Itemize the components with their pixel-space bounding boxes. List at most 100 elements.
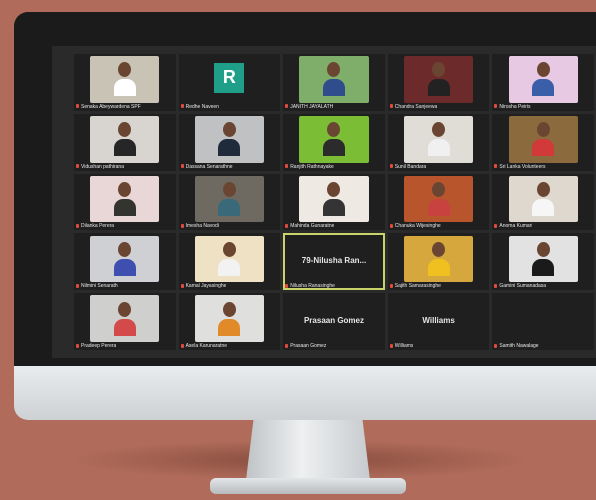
monitor-chin [14, 366, 596, 420]
mic-muted-icon [389, 164, 393, 169]
participant-tile[interactable]: Pradeep Perera [74, 293, 176, 350]
participant-tile[interactable]: Sunil Bandara [387, 113, 490, 171]
participant-name: Dilanka Perera [81, 223, 115, 230]
participant-video [404, 56, 474, 103]
participant-video [90, 295, 160, 343]
participant-silhouette [218, 241, 241, 276]
participant-name-label: Dilanka Perera [76, 223, 114, 229]
participant-name: Dassana Senarathne [185, 163, 233, 170]
participant-name-label: Samith Nawalage [494, 343, 539, 349]
participant-tile[interactable]: 79-Nilusha Ran... Nilusha Ranasinghe [283, 233, 385, 291]
participant-name: Vidushan pathirana [81, 163, 124, 170]
participant-display-name: Prasaan Gomez [303, 315, 364, 325]
participant-tile[interactable]: Asela Karunaratne [178, 293, 281, 350]
participant-video [508, 175, 578, 223]
mic-muted-icon [76, 224, 79, 229]
participant-video [194, 175, 264, 223]
participant-silhouette [113, 181, 136, 216]
participant-name: Nirosha Peiris [499, 103, 531, 110]
participant-silhouette [218, 122, 241, 157]
participant-name: Nilusha Ranasinghe [290, 283, 335, 290]
participant-name: Chanuka Wijesinghe [394, 223, 441, 230]
participant-tile[interactable]: Vidushan pathirana [74, 113, 176, 171]
participant-video [299, 116, 369, 163]
participant-tile[interactable]: Chandra Sanjeewa [387, 54, 490, 111]
participant-name-label: Chandra Sanjeewa [389, 103, 438, 110]
mic-muted-icon [389, 224, 393, 229]
participant-tile[interactable]: R Redhe Naveen [178, 54, 281, 111]
monitor-stand-neck [246, 420, 370, 480]
participant-name-label: Redhe Naveen [180, 104, 219, 110]
mic-muted-icon [76, 164, 79, 169]
participant-name-label: JANITH JAYALATH [285, 104, 333, 110]
participant-name: Ranjith Rathnayake [290, 163, 334, 170]
participant-silhouette [322, 122, 345, 157]
participant-name-label: Mahinda Gunaratne [285, 223, 334, 229]
participant-video [299, 56, 369, 103]
participant-tile[interactable]: Sajith Samarasinghe [387, 233, 490, 291]
mic-muted-icon [494, 283, 498, 288]
participant-silhouette [113, 301, 136, 336]
participant-tile[interactable]: Senaka Abeywardena SPF [74, 54, 176, 111]
participant-video [90, 175, 160, 223]
participant-name: JANITH JAYALATH [290, 103, 334, 110]
mic-muted-icon [180, 283, 184, 288]
participant-tile[interactable]: Mahinda Gunaratne [283, 173, 385, 231]
participant-tile[interactable]: Chanuka Wijesinghe [387, 173, 490, 231]
participant-tile[interactable]: Prasaan Gomez Prasaan Gomez [283, 293, 385, 350]
participant-silhouette [427, 181, 450, 216]
mic-muted-icon [494, 224, 498, 229]
participant-video [194, 295, 264, 343]
mic-muted-icon [285, 343, 289, 348]
participant-tile[interactable]: Gamini Sumanadasa [492, 233, 594, 291]
participant-name-label: Asela Karunaratne [180, 342, 228, 349]
participant-tile[interactable]: Nilmini Senarath [74, 233, 176, 291]
mic-muted-icon [180, 104, 184, 109]
mic-muted-icon [285, 283, 289, 288]
participant-name: Asela Karunaratne [185, 342, 228, 349]
participant-tile[interactable]: Kamal Jayasinghe [178, 233, 281, 291]
participant-video [90, 116, 160, 163]
participant-tile[interactable]: Imesha Navodi [178, 173, 281, 231]
mic-muted-icon [76, 104, 79, 109]
participant-name-label: Sri Lanka Volunteers [494, 163, 546, 170]
participant-name-label: Prasaan Gomez [285, 343, 326, 349]
participant-tile[interactable]: Ranjith Rathnayake [283, 113, 385, 171]
participant-tile[interactable]: Sri Lanka Volunteers [492, 113, 594, 171]
mic-muted-icon [285, 224, 289, 229]
participant-tile[interactable]: Anoma Kumari [492, 173, 594, 231]
participant-name: Prasaan Gomez [290, 342, 327, 349]
participant-name: Gamini Sumanadasa [499, 283, 547, 290]
participant-video [404, 116, 474, 163]
participant-tile[interactable]: JANITH JAYALATH [283, 54, 385, 111]
mic-muted-icon [76, 283, 79, 288]
participant-name-label: Williams [389, 342, 414, 349]
participant-name: Sri Lanka Volunteers [499, 163, 546, 170]
participant-name-label: Nilmini Senarath [76, 283, 118, 289]
mic-muted-icon [494, 343, 498, 348]
participant-name: Williams [394, 342, 414, 349]
participant-name: Chandra Sanjeewa [394, 103, 438, 110]
participant-name-label: Nilusha Ranasinghe [285, 283, 335, 289]
participant-tile[interactable]: Nirosha Peiris [492, 54, 594, 111]
participant-tile[interactable]: Samith Nawalage [492, 293, 594, 350]
participant-name: Nilmini Senarath [81, 283, 118, 290]
participant-silhouette [322, 62, 345, 97]
mic-muted-icon [180, 164, 184, 169]
participant-tile[interactable]: Dilanka Perera [74, 173, 176, 231]
participant-tile[interactable]: Williams Williams [387, 293, 490, 350]
participant-silhouette [427, 122, 450, 157]
mic-muted-icon [494, 164, 498, 169]
participant-name-label: Anoma Kumari [494, 223, 532, 229]
participant-tile[interactable]: Dassana Senarathne [178, 113, 281, 171]
zoom-screen: Senaka Abeywardena SPF R Redhe Naveen JANIT… [52, 46, 596, 358]
participant-name: Mahinda Gunaratne [290, 223, 335, 230]
participant-silhouette [532, 181, 555, 216]
mic-muted-icon [180, 224, 184, 229]
participant-name-label: Senaka Abeywardena SPF [76, 104, 141, 110]
participant-name-label: Dassana Senarathne [180, 163, 233, 170]
participant-name: Sunil Bandara [394, 163, 427, 170]
mic-muted-icon [285, 164, 289, 169]
participant-name-label: Imesha Navodi [180, 223, 219, 229]
participant-video [90, 235, 160, 283]
